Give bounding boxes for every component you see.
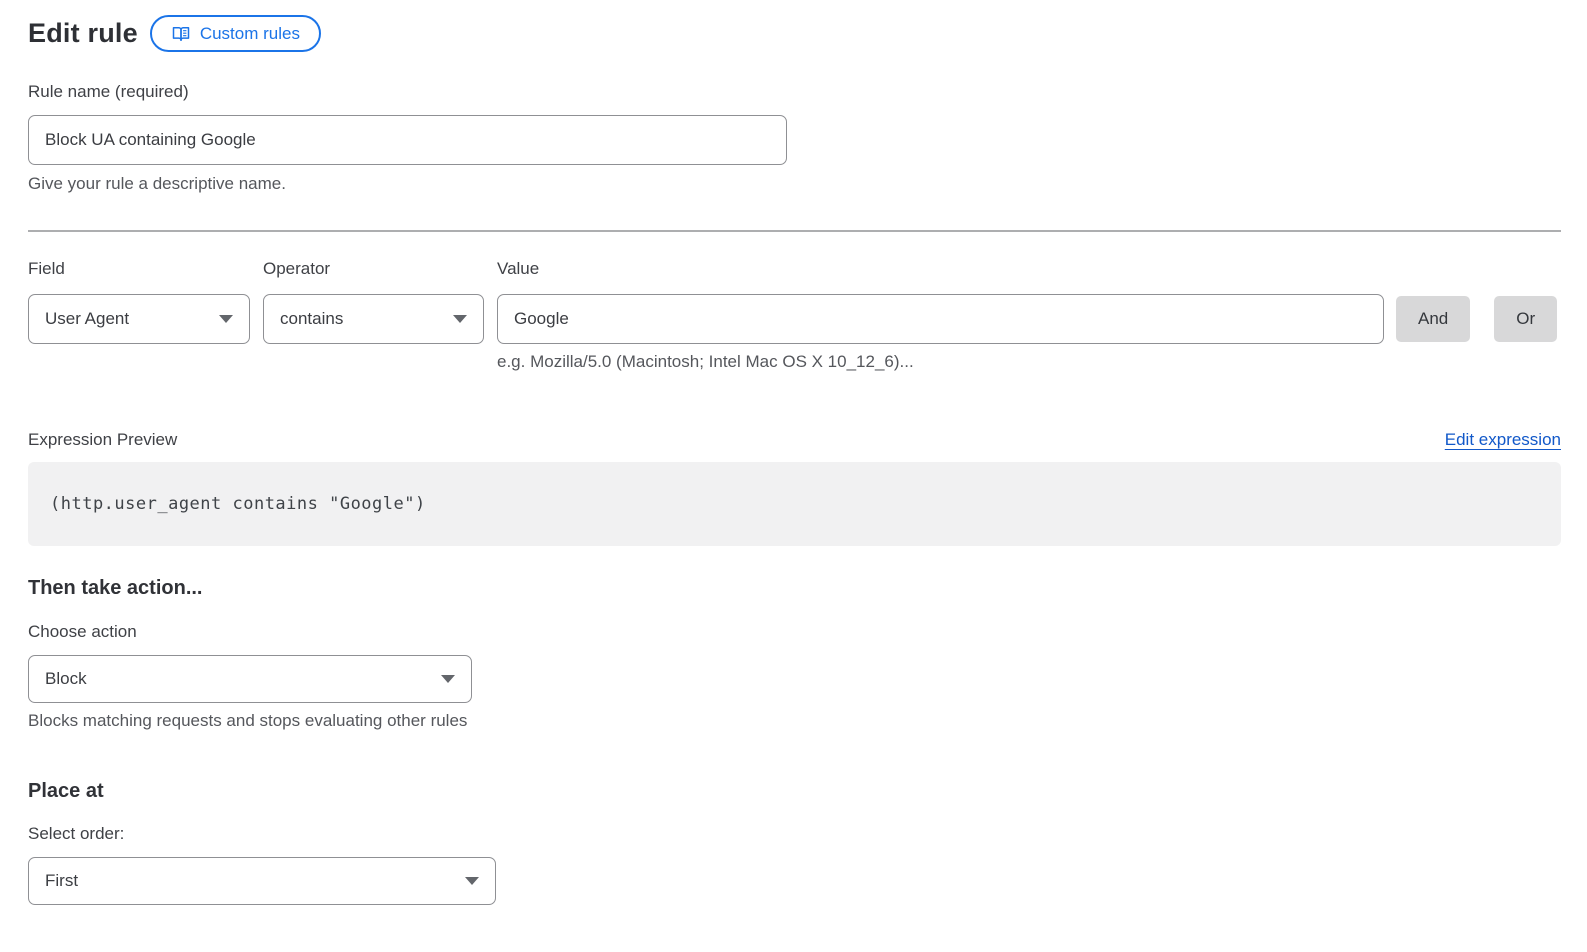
- page-title: Edit rule: [28, 18, 138, 49]
- expression-preview-box: (http.user_agent contains "Google"): [28, 462, 1561, 546]
- chevron-down-icon: [465, 877, 479, 885]
- field-select[interactable]: User Agent: [28, 294, 250, 344]
- value-helper: e.g. Mozilla/5.0 (Macintosh; Intel Mac O…: [497, 352, 1566, 372]
- expression-preview-label: Expression Preview: [28, 430, 177, 450]
- action-select-value: Block: [45, 669, 87, 689]
- expression-preview-section: Expression Preview Edit expression (http…: [28, 430, 1566, 546]
- rule-name-section: Rule name (required) Give your rule a de…: [28, 82, 1566, 194]
- custom-rules-docs-label: Custom rules: [200, 24, 300, 44]
- value-input[interactable]: [497, 294, 1384, 344]
- place-at-heading: Place at: [28, 780, 1566, 803]
- action-select[interactable]: Block: [28, 655, 472, 703]
- section-divider: [28, 230, 1561, 232]
- edit-rule-page: Edit rule Custom rules Rule name (requir…: [0, 0, 1587, 945]
- action-helper: Blocks matching requests and stops evalu…: [28, 711, 1566, 731]
- operator-label: Operator: [263, 259, 497, 279]
- rule-name-label: Rule name (required): [28, 82, 1566, 102]
- builder-labels-row: Field Operator Value: [28, 259, 1566, 279]
- or-button[interactable]: Or: [1494, 296, 1557, 342]
- field-select-value: User Agent: [45, 309, 129, 329]
- choose-action-label: Choose action: [28, 622, 1566, 642]
- operator-select-value: contains: [280, 309, 343, 329]
- operator-select[interactable]: contains: [263, 294, 484, 344]
- field-label: Field: [28, 259, 263, 279]
- chevron-down-icon: [219, 315, 233, 323]
- order-select-value: First: [45, 871, 78, 891]
- action-section: Then take action... Choose action Block …: [28, 577, 1566, 731]
- rule-name-input[interactable]: [28, 115, 787, 165]
- placement-section: Place at Select order: First: [28, 780, 1566, 905]
- custom-rules-docs-button[interactable]: Custom rules: [150, 15, 321, 52]
- builder-controls-row: User Agent contains And Or: [28, 294, 1566, 344]
- open-book-icon: [171, 24, 191, 44]
- and-button[interactable]: And: [1396, 296, 1470, 342]
- value-label: Value: [497, 259, 539, 279]
- rule-name-helper: Give your rule a descriptive name.: [28, 174, 1566, 194]
- edit-expression-link[interactable]: Edit expression: [1445, 430, 1561, 450]
- order-select[interactable]: First: [28, 857, 496, 905]
- expression-builder-section: Field Operator Value User Agent contains…: [28, 259, 1566, 372]
- select-order-label: Select order:: [28, 824, 1566, 844]
- chevron-down-icon: [441, 675, 455, 683]
- expression-preview-header: Expression Preview Edit expression: [28, 430, 1561, 450]
- expression-code: (http.user_agent contains "Google"): [50, 494, 426, 514]
- chevron-down-icon: [453, 315, 467, 323]
- action-heading: Then take action...: [28, 577, 1566, 600]
- page-header: Edit rule Custom rules: [28, 15, 1566, 52]
